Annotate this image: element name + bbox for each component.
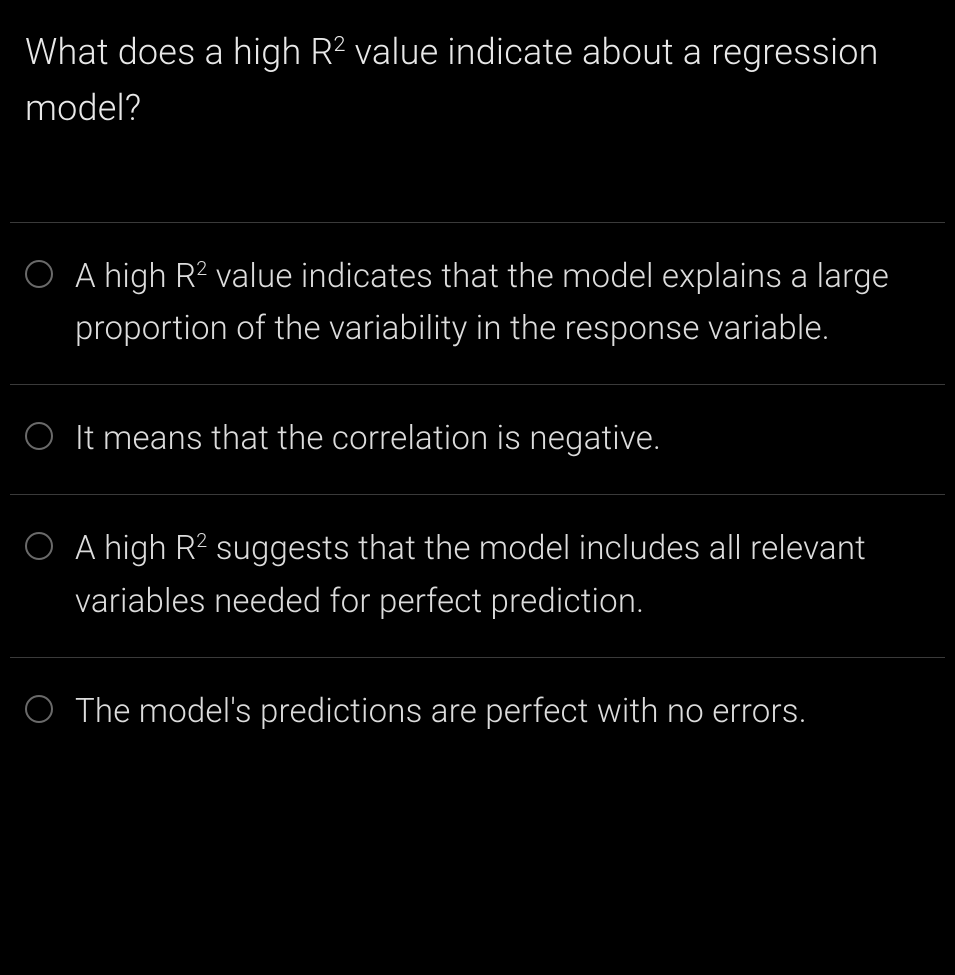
question-text: What does a high R2 value indicate about… [25,25,930,137]
question-block: What does a high R2 value indicate about… [0,0,955,137]
radio-icon [25,260,53,288]
radio-icon [25,422,53,450]
spacer [0,137,955,222]
option-row-2[interactable]: A high R2 suggests that the model includ… [10,494,945,657]
option-row-1[interactable]: It means that the correlation is negativ… [10,384,945,494]
option-text: It means that the correlation is negativ… [75,413,661,466]
radio-icon [25,532,53,560]
option-text: A high R2 value indicates that the model… [75,251,930,357]
options-list: A high R2 value indicates that the model… [10,222,945,759]
option-row-3[interactable]: The model's predictions are perfect with… [10,657,945,759]
radio-icon [25,695,53,723]
option-text: The model's predictions are perfect with… [75,686,807,739]
option-text: A high R2 suggests that the model includ… [75,523,930,629]
option-row-0[interactable]: A high R2 value indicates that the model… [10,222,945,385]
